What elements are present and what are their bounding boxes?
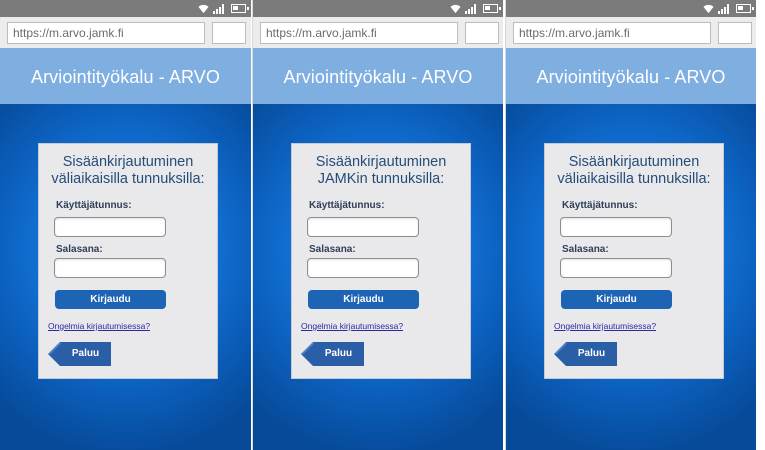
browser-menu-button[interactable] — [465, 22, 499, 44]
browser-url-bar: https://m.arvo.jamk.fi — [0, 17, 251, 48]
app-title: Arviointityökalu - ARVO — [30, 67, 221, 87]
password-label: Salasana: — [309, 244, 356, 255]
phone-mockup-3: https://m.arvo.jamk.fi Arviointityökalu … — [505, 0, 756, 450]
battery-icon — [736, 4, 754, 13]
username-input[interactable] — [307, 217, 419, 237]
signal-icon — [465, 4, 479, 14]
login-card: Sisäänkirjautuminen väliaikaisilla tunnu… — [38, 143, 218, 379]
content-area: Sisäänkirjautuminen väliaikaisilla tunnu… — [506, 104, 756, 450]
app-header: Arviointityökalu - ARVO — [506, 48, 756, 104]
login-card-title: Sisäänkirjautuminen väliaikaisilla tunnu… — [545, 154, 723, 188]
back-button-label: Paluu — [324, 348, 353, 359]
browser-url-bar: https://m.arvo.jamk.fi — [253, 17, 503, 48]
login-button[interactable]: Kirjaudu — [308, 290, 419, 309]
app-title: Arviointityökalu - ARVO — [283, 67, 473, 87]
card-title-line-1: Sisäänkirjautuminen — [62, 154, 194, 170]
signal-icon — [718, 4, 732, 14]
status-icons — [198, 3, 249, 14]
login-card-title: Sisäänkirjautuminen väliaikaisilla tunnu… — [39, 154, 217, 188]
browser-url-bar: https://m.arvo.jamk.fi — [506, 17, 756, 48]
username-label: Käyttäjätunnus: — [562, 200, 638, 211]
wifi-icon — [450, 4, 461, 14]
username-label: Käyttäjätunnus: — [56, 200, 132, 211]
login-button[interactable]: Kirjaudu — [561, 290, 672, 309]
browser-menu-button[interactable] — [718, 22, 752, 44]
card-title-line-2: JAMKin tunnuksilla: — [317, 171, 445, 187]
wifi-icon — [703, 4, 714, 14]
login-button[interactable]: Kirjaudu — [55, 290, 166, 309]
login-help-link[interactable]: Ongelmia kirjautumisessa? — [301, 321, 403, 331]
login-card-title: Sisäänkirjautuminen JAMKin tunnuksilla: — [292, 154, 470, 188]
username-input[interactable] — [560, 217, 672, 237]
back-button[interactable]: Paluu — [48, 342, 111, 366]
back-button-label: Paluu — [577, 348, 606, 359]
username-label: Käyttäjätunnus: — [309, 200, 385, 211]
status-icons — [450, 3, 501, 14]
battery-icon — [483, 4, 501, 13]
card-title-line-2: väliaikaisilla tunnuksilla: — [557, 171, 711, 187]
card-title-line-1: Sisäänkirjautuminen — [568, 154, 700, 170]
app-header: Arviointityökalu - ARVO — [253, 48, 503, 104]
password-input[interactable] — [54, 258, 166, 278]
signal-icon — [213, 4, 227, 14]
login-card: Sisäänkirjautuminen JAMKin tunnuksilla: … — [291, 143, 471, 379]
password-label: Salasana: — [562, 244, 609, 255]
login-help-link[interactable]: Ongelmia kirjautumisessa? — [554, 321, 656, 331]
phone-mockup-1: https://m.arvo.jamk.fi Arviointityökalu … — [0, 0, 251, 450]
card-title-line-1: Sisäänkirjautuminen — [315, 154, 447, 170]
status-icons — [703, 3, 754, 14]
app-title: Arviointityökalu - ARVO — [536, 67, 726, 87]
content-area: Sisäänkirjautuminen JAMKin tunnuksilla: … — [253, 104, 503, 450]
url-input[interactable]: https://m.arvo.jamk.fi — [260, 22, 458, 44]
back-button[interactable]: Paluu — [301, 342, 364, 366]
browser-menu-button[interactable] — [212, 22, 246, 44]
login-help-link[interactable]: Ongelmia kirjautumisessa? — [48, 321, 150, 331]
password-label: Salasana: — [56, 244, 103, 255]
back-button-label: Paluu — [71, 348, 100, 359]
url-input[interactable]: https://m.arvo.jamk.fi — [7, 22, 205, 44]
back-button[interactable]: Paluu — [554, 342, 617, 366]
login-card: Sisäänkirjautuminen väliaikaisilla tunnu… — [544, 143, 724, 379]
password-input[interactable] — [307, 258, 419, 278]
username-input[interactable] — [54, 217, 166, 237]
card-title-line-2: väliaikaisilla tunnuksilla: — [51, 171, 205, 187]
url-input[interactable]: https://m.arvo.jamk.fi — [513, 22, 711, 44]
battery-icon — [231, 4, 249, 13]
password-input[interactable] — [560, 258, 672, 278]
status-bar — [506, 0, 756, 17]
status-bar — [0, 0, 251, 17]
wifi-icon — [198, 4, 209, 14]
phone-mockup-2: https://m.arvo.jamk.fi Arviointityökalu … — [252, 0, 503, 450]
content-area: Sisäänkirjautuminen väliaikaisilla tunnu… — [0, 104, 251, 450]
app-header: Arviointityökalu - ARVO — [0, 48, 251, 104]
status-bar — [253, 0, 503, 17]
